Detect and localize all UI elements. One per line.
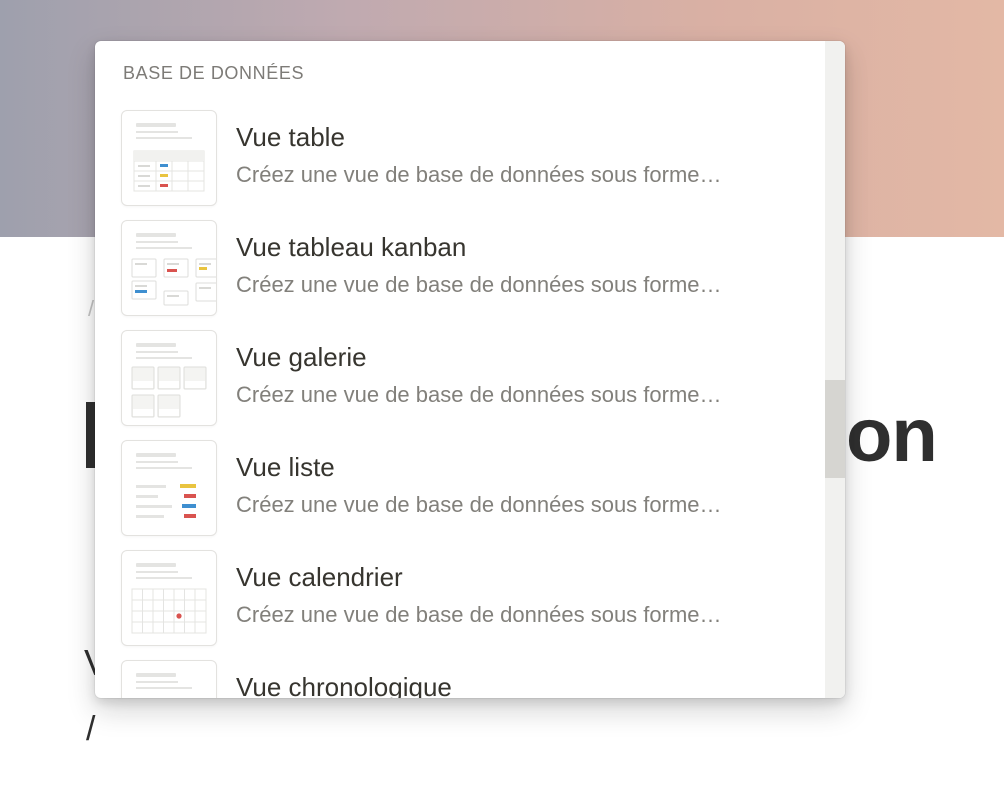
menu-item-title: Vue calendrier bbox=[236, 562, 403, 592]
menu-item-timeline-view[interactable]: Vue chronologique bbox=[95, 660, 825, 698]
menu-item-description: Créez une vue de base de données sous fo… bbox=[236, 162, 722, 187]
menu-item-description: Créez une vue de base de données sous fo… bbox=[236, 492, 722, 517]
menu-scrollbar[interactable] bbox=[825, 41, 845, 698]
slash-command-input[interactable]: / bbox=[86, 710, 95, 749]
table-view-icon bbox=[121, 110, 217, 206]
menu-item-title: Vue tableau kanban bbox=[236, 232, 467, 262]
menu-item-description: Créez une vue de base de données sous fo… bbox=[236, 382, 722, 407]
list-view-icon bbox=[121, 440, 217, 536]
menu-item-kanban-view[interactable]: Vue tableau kanban Créez une vue de base… bbox=[95, 220, 825, 330]
timeline-view-icon bbox=[121, 660, 217, 698]
menu-scrollbar-thumb[interactable] bbox=[825, 380, 845, 478]
menu-item-calendar-view[interactable]: Vue calendrier Créez une vue de base de … bbox=[95, 550, 825, 660]
menu-item-table-view[interactable]: Vue table Créez une vue de base de donné… bbox=[95, 110, 825, 220]
section-header: BASE DE DONNÉES bbox=[123, 63, 305, 83]
page-hint: / bbox=[88, 296, 95, 321]
menu-item-title: Vue galerie bbox=[236, 342, 367, 372]
menu-scroll-area: BASE DE DONNÉES Vue table Créez une vue … bbox=[95, 41, 825, 698]
menu-item-title: Vue liste bbox=[236, 452, 335, 482]
menu-item-list-view[interactable]: Vue liste Créez une vue de base de donné… bbox=[95, 440, 825, 550]
menu-item-gallery-view[interactable]: Vue galerie Créez une vue de base de don… bbox=[95, 330, 825, 440]
slash-command-menu: BASE DE DONNÉES Vue table Créez une vue … bbox=[95, 41, 845, 698]
page-title-tail: on bbox=[846, 393, 938, 478]
menu-item-title: Vue chronologique bbox=[236, 672, 452, 698]
kanban-board-icon bbox=[121, 220, 217, 316]
menu-item-title: Vue table bbox=[236, 122, 345, 152]
calendar-view-icon bbox=[121, 550, 217, 646]
gallery-view-icon bbox=[121, 330, 217, 426]
menu-item-description: Créez une vue de base de données sous fo… bbox=[236, 602, 722, 627]
menu-item-description: Créez une vue de base de données sous fo… bbox=[236, 272, 722, 297]
